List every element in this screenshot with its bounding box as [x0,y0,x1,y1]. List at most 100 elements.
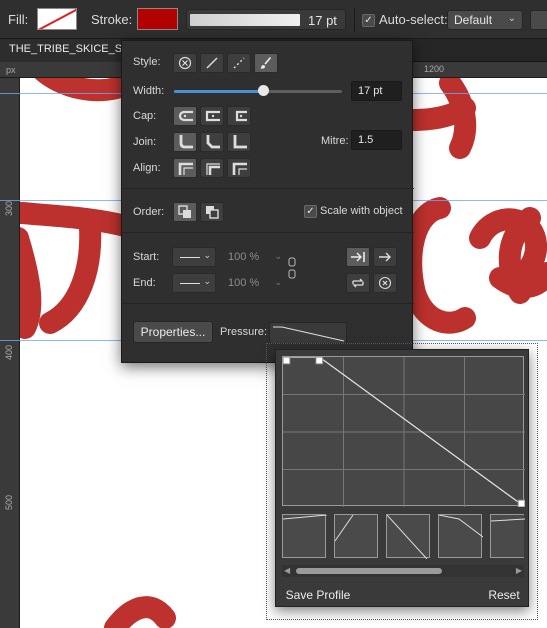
chain-link-icon [288,257,296,279]
ruler-mark: 500 [4,494,14,510]
style-none-button[interactable] [173,53,197,73]
save-profile-button[interactable]: Save Profile [281,584,355,605]
stroke-label: Stroke: [91,12,133,27]
style-dashed-button[interactable] [227,53,251,73]
fill-label: Fill: [8,12,29,27]
cap-square-button[interactable] [227,106,251,126]
stroke-width-preview [190,14,300,26]
start-label: Start: [133,251,160,263]
snapping-dropdown[interactable] [530,10,547,30]
style-brush-button[interactable] [254,53,278,73]
panel-divider [122,188,414,189]
swap-icon [352,278,364,288]
pressure-preset-2[interactable] [334,514,378,558]
width-label: Width: [133,85,165,97]
scroll-left-icon[interactable]: ◀ [284,565,290,577]
context-toolbar: Fill: Stroke: 17 pt ✓ Auto-select: Defau… [0,0,547,39]
cap-butt-button[interactable] [173,106,197,126]
join-round-button[interactable] [200,132,224,152]
cap-flat-icon [235,110,247,122]
join-bevel-button[interactable] [227,132,251,152]
scroll-right-icon[interactable]: ▶ [516,565,522,577]
fill-swatch[interactable] [37,8,77,30]
pressure-preset-3[interactable] [386,514,430,560]
pressure-profile-button[interactable] [269,322,347,344]
link-scale-button[interactable] [288,257,296,279]
arrow-to-bar-icon [351,252,365,262]
curve-handle[interactable] [315,356,324,365]
curve-handle[interactable] [517,499,526,508]
stroke-width-field[interactable]: 17 pt [186,9,346,30]
auto-select-value: Default [454,13,493,27]
stroke-width-value: 17 pt [308,13,337,28]
arrow-position-end-button[interactable] [346,247,370,267]
width-slider-knob[interactable] [258,85,270,96]
pressure-preset-4[interactable] [438,514,484,558]
clear-arrowheads-icon [378,276,392,290]
scale-with-object-checkbox[interactable]: ✓ [304,205,317,218]
align-center-icon [178,162,193,175]
stroke-behind-icon [178,205,191,218]
order-front-fill-button[interactable] [200,202,224,222]
align-inside-button[interactable] [200,158,224,178]
end-label: End: [133,277,156,289]
preset-curve-icon [334,514,354,542]
cap-round-button[interactable] [200,106,224,126]
align-label: Align: [133,162,161,174]
presets-scrollbar[interactable]: ◀ ▶ [282,565,524,577]
chevron-down-icon: ⌄ [274,251,282,261]
pressure-preset-1[interactable] [282,514,328,558]
chevron-down-icon: ⌄ [203,250,211,260]
pressure-curve [282,356,526,508]
pressure-curve-thumbnail [273,326,345,342]
auto-select-label: Auto-select: [379,12,448,27]
auto-select-checkbox[interactable]: ✓ [362,14,375,27]
arrow-right-icon [379,252,391,262]
reset-button[interactable]: Reset [482,584,526,605]
arrow-position-over-button[interactable] [373,247,397,267]
width-input[interactable]: 17 pt [351,81,402,101]
chevron-down-icon: ⌄ [203,276,211,286]
toolbar-divider [354,8,355,32]
panel-divider [122,303,414,304]
end-scale-field[interactable]: 100 % ⌄ [224,274,284,294]
pressure-preset-5[interactable] [490,514,526,558]
ruler-unit: px [6,65,16,75]
vertical-ruler: 300 400 500 [0,78,20,628]
mitre-input[interactable]: 1.5 [351,130,402,150]
ruler-mark: 1200 [424,64,445,74]
join-bevel-icon [206,135,220,149]
align-inside-icon [206,163,220,175]
cap-square-icon [205,110,220,122]
pressure-label: Pressure: [220,326,268,338]
order-label: Order: [133,206,165,218]
stroke-swatch[interactable] [137,8,178,30]
join-label: Join: [133,136,157,148]
end-scale-value: 100 % [228,277,260,289]
end-arrowhead-dropdown[interactable]: ⌄ [172,273,216,293]
start-scale-field[interactable]: 100 % ⌄ [224,248,284,268]
scrollbar-thumb[interactable] [296,568,442,574]
pressure-graph[interactable] [282,356,526,508]
start-arrowhead-dropdown[interactable]: ⌄ [172,247,216,267]
clear-arrowheads-button[interactable] [373,273,397,293]
scale-with-object-label: Scale with object [320,205,403,217]
pressure-popup: ◀ ▶ Save Profile Reset [275,349,529,607]
swap-arrowheads-button[interactable] [346,273,370,293]
brush-icon [260,56,272,69]
order-behind-fill-button[interactable] [173,202,197,222]
panel-divider [122,232,414,233]
join-mitre-button[interactable] [173,132,197,152]
width-input-value: 17 pt [358,85,383,97]
style-solid-button[interactable] [200,53,224,73]
preset-curve-icon [438,514,484,538]
stroke-panel: Style: Width: 17 pt Cap: Join: Mitre: 1.… [121,40,414,363]
auto-select-dropdown[interactable]: Default ⌄ [447,10,523,30]
document-tab[interactable]: THE_TRIBE_SKICE_SLOVA [0,39,122,62]
align-outside-button[interactable] [227,158,251,178]
ruler-mark: 400 [4,344,14,360]
curve-handle[interactable] [282,356,291,365]
properties-button[interactable]: Properties... [133,321,213,343]
cap-round-icon [178,110,193,122]
align-center-button[interactable] [173,158,197,178]
